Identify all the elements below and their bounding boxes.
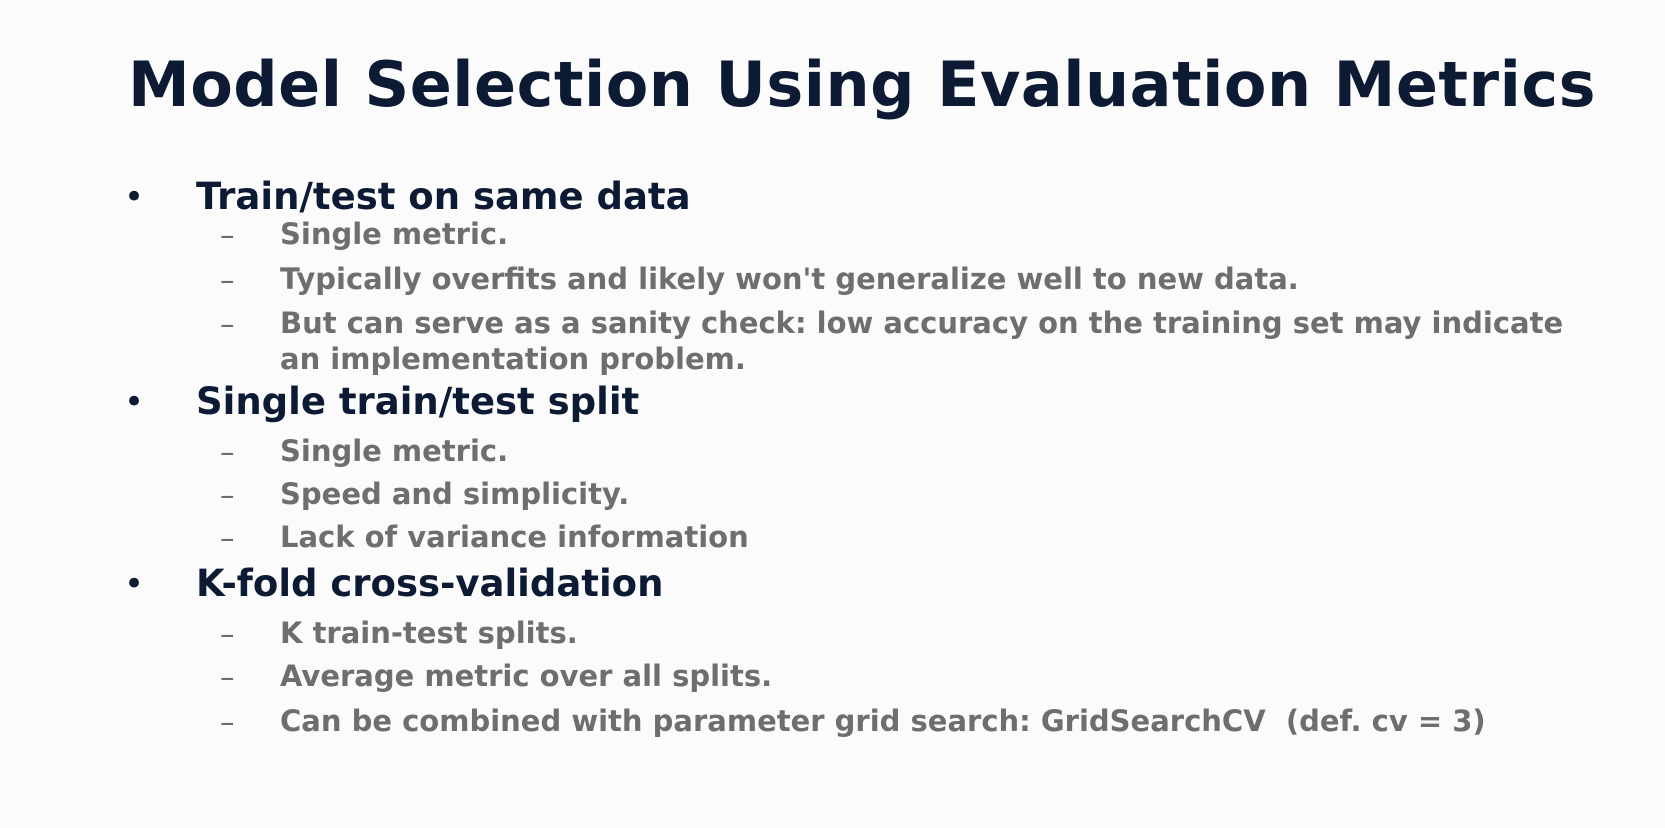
dash-icon: – xyxy=(220,617,235,651)
list-item-text: Speed and simplicity. xyxy=(280,477,630,511)
section-heading: K-fold cross-validation xyxy=(196,562,664,605)
section-heading: Train/test on same data xyxy=(196,175,691,218)
bullet-icon: • xyxy=(124,177,145,217)
list-item-text: But can serve as a sanity check: low acc… xyxy=(280,306,1564,376)
dash-icon: – xyxy=(220,705,235,739)
slide: Model Selection Using Evaluation Metrics… xyxy=(0,0,1665,828)
list-item-text: Can be combined with parameter grid sear… xyxy=(280,704,1486,738)
list-item-text: Single metric. xyxy=(280,217,509,251)
list-item-text: Average metric over all splits. xyxy=(280,659,773,693)
dash-icon: – xyxy=(220,263,235,297)
bullet-icon: • xyxy=(124,382,145,422)
bullet-icon: • xyxy=(124,564,145,604)
dash-icon: – xyxy=(220,521,235,555)
section-heading: Single train/test split xyxy=(196,380,640,423)
list-item-text: Typically overfits and likely won't gene… xyxy=(280,262,1299,296)
list-item-text: Lack of variance information xyxy=(280,520,749,554)
dash-icon: – xyxy=(220,660,235,694)
dash-icon: – xyxy=(220,307,235,341)
slide-content: • Train/test on same data – Single metri… xyxy=(0,0,1665,828)
list-item-text: Single metric. xyxy=(280,434,509,468)
list-item-text: K train-test splits. xyxy=(280,616,578,650)
dash-icon: – xyxy=(220,218,235,252)
dash-icon: – xyxy=(220,435,235,469)
dash-icon: – xyxy=(220,478,235,512)
